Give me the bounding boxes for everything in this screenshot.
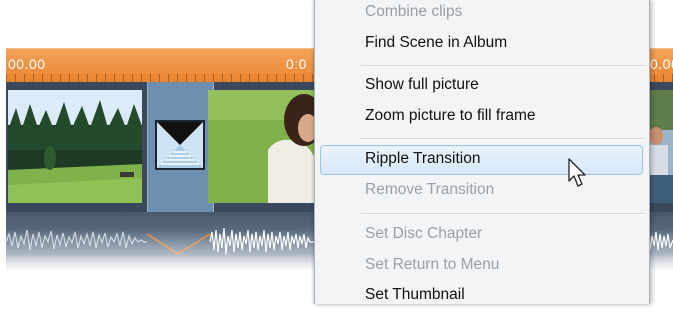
context-menu: Combine clips Find Scene in Album Show f…	[314, 0, 650, 304]
transition-block[interactable]	[147, 82, 214, 212]
video-clip-person[interactable]	[208, 90, 316, 203]
menu-item-label: Find Scene in Album	[365, 34, 508, 51]
menu-item-label: Zoom picture to fill frame	[365, 107, 536, 124]
video-clip-forest[interactable]	[8, 90, 142, 203]
menu-item-set-return-to-menu[interactable]: Set Return to Menu	[315, 251, 649, 281]
menu-item-label: Set Return to Menu	[365, 256, 500, 273]
menu-item-label: Show full picture	[365, 76, 479, 93]
menu-item-set-thumbnail[interactable]: Set Thumbnail	[315, 281, 649, 311]
menu-item-remove-transition[interactable]: Remove Transition	[315, 176, 649, 206]
transition-icon	[155, 120, 205, 170]
menu-separator	[361, 138, 645, 140]
menu-item-label: Set Thumbnail	[365, 286, 465, 303]
menu-item-combine-clips[interactable]: Combine clips	[315, 0, 649, 30]
menu-item-set-disc-chapter[interactable]: Set Disc Chapter	[315, 220, 649, 250]
menu-item-label: Combine clips	[365, 3, 463, 20]
menu-item-label: Remove Transition	[365, 181, 495, 198]
menu-item-label: Set Disc Chapter	[365, 225, 483, 242]
ruler-label: 0.00	[650, 56, 673, 72]
ruler-label: 00.00	[8, 56, 46, 72]
menu-separator	[361, 213, 645, 215]
mouse-cursor-icon	[568, 158, 588, 193]
menu-item-ripple-transition[interactable]: Ripple Transition	[320, 145, 643, 175]
ruler-label: 0:0	[286, 56, 307, 72]
menu-item-find-scene[interactable]: Find Scene in Album	[315, 29, 649, 59]
menu-item-zoom-picture[interactable]: Zoom picture to fill frame	[315, 102, 649, 132]
menu-separator	[361, 65, 645, 67]
menu-item-label: Ripple Transition	[365, 150, 481, 167]
menu-item-show-full-picture[interactable]: Show full picture	[315, 71, 649, 101]
